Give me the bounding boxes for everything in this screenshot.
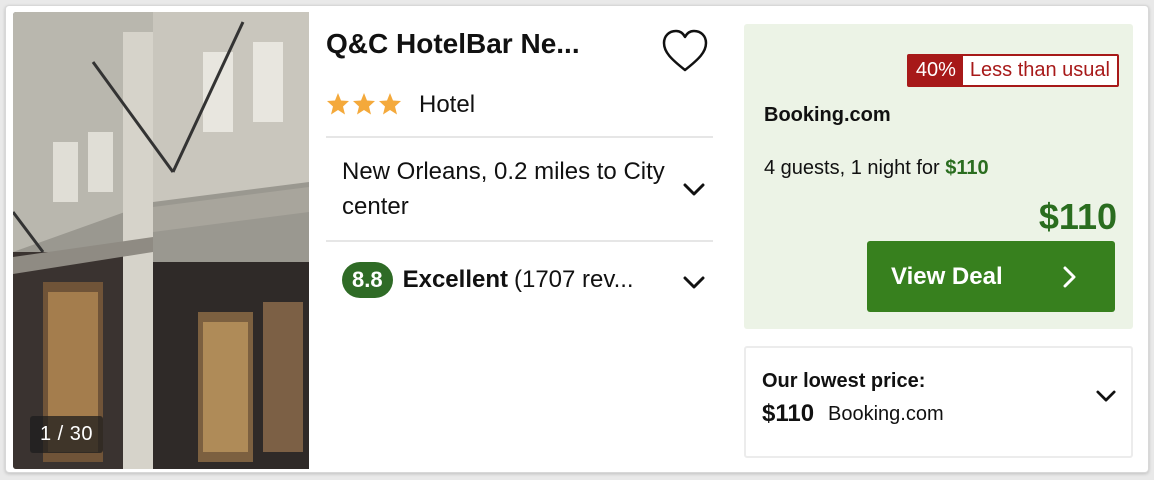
- star-icon: [379, 93, 401, 115]
- lowest-price-value: $110: [762, 400, 815, 427]
- chevron-right-icon: [1063, 266, 1076, 288]
- hotel-info: Q&C HotelBar Ne... Hotel New Orleans, 0.…: [326, 6, 714, 472]
- lowest-price-heading: Our lowest price:: [762, 370, 926, 392]
- hotel-card[interactable]: 1 / 30 Q&C HotelBar Ne... Hotel New Orle…: [5, 5, 1149, 473]
- review-count: (1707 rev...: [513, 266, 634, 293]
- rating-row[interactable]: 8.8 Excellent (1707 rev...: [342, 262, 634, 298]
- photo-counter: 1 / 30: [30, 416, 104, 453]
- discount-badge: 40% Less than usual: [906, 54, 1119, 87]
- star-icon: [353, 93, 375, 115]
- lowest-price-panel[interactable]: Our lowest price: $110 Booking.com: [744, 346, 1133, 458]
- chevron-down-icon[interactable]: [1096, 390, 1116, 403]
- discount-text: Less than usual: [962, 56, 1117, 85]
- view-deal-button[interactable]: View Deal: [867, 241, 1115, 312]
- guests-price: $110: [945, 157, 989, 179]
- hotel-stars: [326, 92, 402, 116]
- hotel-photo[interactable]: 1 / 30: [13, 12, 309, 469]
- divider: [326, 240, 713, 242]
- guests-summary: 4 guests, 1 night for $110: [764, 157, 989, 180]
- guests-text: 4 guests, 1 night for: [764, 157, 946, 179]
- view-deal-label: View Deal: [891, 262, 1003, 290]
- rating-score-badge: 8.8: [342, 262, 393, 298]
- lowest-price-provider: Booking.com: [828, 403, 944, 425]
- chevron-down-icon[interactable]: [683, 183, 705, 197]
- deal-provider: Booking.com: [764, 104, 891, 126]
- deal-panel: 40% Less than usual Booking.com 4 guests…: [744, 24, 1133, 329]
- hotel-name[interactable]: Q&C HotelBar Ne...: [326, 28, 580, 60]
- star-icon: [327, 93, 349, 115]
- hotel-type: Hotel: [419, 91, 476, 118]
- deal-price: $110: [1038, 196, 1117, 237]
- rating-label: Excellent: [402, 266, 508, 293]
- discount-percent: 40%: [908, 56, 963, 85]
- divider: [326, 136, 713, 138]
- hotel-location: New Orleans, 0.2 miles to City center: [342, 158, 665, 220]
- chevron-down-icon[interactable]: [683, 276, 705, 290]
- heart-icon[interactable]: [661, 28, 709, 74]
